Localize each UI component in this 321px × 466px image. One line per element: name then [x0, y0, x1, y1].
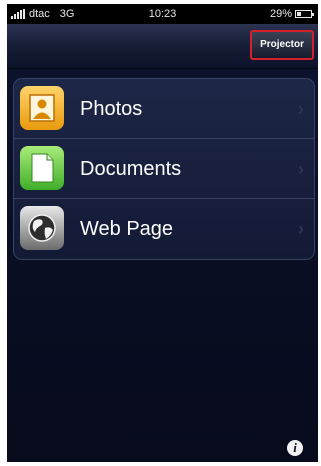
- info-icon[interactable]: i: [287, 440, 303, 456]
- menu-item-label: Web Page: [80, 218, 174, 240]
- menu-item-web-page[interactable]: Web Page ›: [14, 199, 314, 259]
- phone-screen: dtac 3G 10:23 29% Projector Photos › Doc…: [7, 4, 318, 462]
- photos-icon: [20, 86, 64, 130]
- chevron-right-icon: ›: [298, 99, 304, 119]
- navigation-bar: Projector: [7, 24, 318, 69]
- menu-item-photos[interactable]: Photos ›: [14, 79, 314, 139]
- projector-button[interactable]: Projector: [250, 30, 314, 60]
- menu-list: Photos › Documents › Web Page ›: [13, 78, 315, 260]
- battery-percent: 29%: [269, 8, 292, 20]
- status-right: 29%: [269, 4, 314, 24]
- chevron-right-icon: ›: [298, 219, 304, 239]
- menu-item-label: Documents: [80, 158, 182, 180]
- menu-item-documents[interactable]: Documents ›: [14, 139, 314, 199]
- globe-icon: [20, 206, 64, 250]
- menu-item-label: Photos: [80, 98, 143, 120]
- status-bar: dtac 3G 10:23 29%: [7, 4, 318, 24]
- documents-icon: [20, 146, 64, 190]
- battery-icon: [295, 10, 314, 18]
- battery-fill: [297, 12, 301, 16]
- chevron-right-icon: ›: [298, 159, 304, 179]
